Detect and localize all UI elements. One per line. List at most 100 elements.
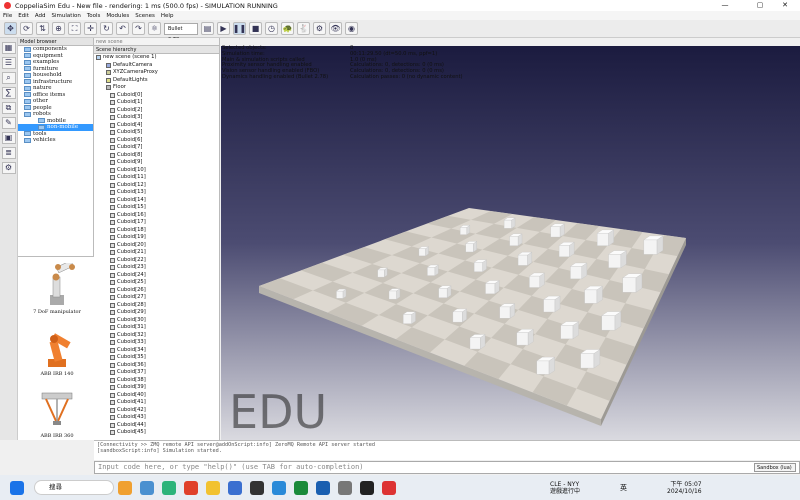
cuboid-item[interactable]: Cuboid[44] bbox=[94, 422, 219, 430]
cuboid-item[interactable]: Cuboid[40] bbox=[94, 392, 219, 400]
cuboid[interactable] bbox=[584, 285, 603, 304]
cuboid[interactable] bbox=[536, 356, 556, 375]
scene-root-item[interactable]: new scene (scene 1) bbox=[94, 54, 219, 62]
cuboid-item[interactable]: Cuboid[10] bbox=[94, 167, 219, 175]
scripts-icon[interactable]: ✎ bbox=[1, 117, 16, 129]
cuboid[interactable] bbox=[473, 259, 488, 272]
cuboid-item[interactable]: Cuboid[11] bbox=[94, 174, 219, 182]
menu-simulation[interactable]: Simulation bbox=[49, 13, 84, 19]
cuboid-item[interactable]: Cuboid[12] bbox=[94, 182, 219, 190]
cuboid[interactable] bbox=[452, 308, 468, 323]
cuboid-item[interactable]: Cuboid[41] bbox=[94, 399, 219, 407]
cuboid[interactable] bbox=[499, 303, 516, 319]
copilot-icon[interactable] bbox=[118, 480, 132, 495]
cuboid-item[interactable]: Cuboid[18] bbox=[94, 227, 219, 235]
camera-shift-icon[interactable]: ⇅ bbox=[36, 22, 49, 35]
cuboid-item[interactable]: Cuboid[9] bbox=[94, 159, 219, 167]
settings-icon[interactable]: ⚙ bbox=[1, 162, 16, 174]
settings-app-icon[interactable] bbox=[338, 480, 352, 495]
code-input[interactable]: Input code here, or type "help()" (use T… bbox=[94, 461, 800, 474]
cuboid[interactable] bbox=[516, 328, 534, 346]
cuboid[interactable] bbox=[580, 349, 601, 369]
chrome-icon[interactable] bbox=[184, 480, 198, 495]
cuboid-item[interactable]: Cuboid[6] bbox=[94, 137, 219, 145]
undo-icon[interactable]: ↶ bbox=[116, 22, 129, 35]
calculation-modules-icon[interactable]: ∑ bbox=[1, 87, 16, 99]
object-shift-icon[interactable]: ✛ bbox=[84, 22, 97, 35]
scene-tab[interactable]: new scene bbox=[94, 38, 219, 46]
search-icon[interactable]: ⌕ bbox=[1, 72, 16, 84]
pause-simulation-icon[interactable]: ❚❚ bbox=[233, 22, 246, 35]
model-thumb-abb-irb140[interactable]: ABB IRB 140 bbox=[32, 325, 82, 377]
start-simulation-icon[interactable]: ▶ bbox=[217, 22, 230, 35]
cuboid-item[interactable]: Cuboid[25] bbox=[94, 279, 219, 287]
cuboid[interactable] bbox=[560, 321, 580, 340]
3d-viewport[interactable]: EDU bbox=[221, 46, 800, 440]
menu-edit[interactable]: Edit bbox=[15, 13, 32, 19]
hierarchy-item[interactable]: DefaultCamera bbox=[94, 62, 219, 70]
cuboid[interactable] bbox=[484, 280, 500, 295]
camera-rotate-icon[interactable]: ⟳ bbox=[20, 22, 33, 35]
cuboid-item[interactable]: Cuboid[3] bbox=[94, 114, 219, 122]
real-time-icon[interactable]: ◷ bbox=[265, 22, 278, 35]
speed-up-icon[interactable]: 🐇 bbox=[297, 22, 310, 35]
toggle-rendering-icon[interactable]: 👁 bbox=[329, 22, 342, 35]
cuboid-item[interactable]: Cuboid[34] bbox=[94, 347, 219, 355]
cuboid[interactable] bbox=[438, 285, 452, 298]
camera-pan-icon[interactable]: ✥ bbox=[4, 22, 17, 35]
cuboid[interactable] bbox=[596, 229, 615, 246]
slow-down-icon[interactable]: 🐢 bbox=[281, 22, 294, 35]
cuboid[interactable] bbox=[558, 241, 575, 258]
cuboid-item[interactable]: Cuboid[24] bbox=[94, 272, 219, 280]
model-thumb-7dof[interactable]: 7 DoF manipulator bbox=[32, 260, 82, 315]
vscode-icon[interactable] bbox=[272, 480, 286, 495]
cuboid[interactable] bbox=[459, 225, 471, 235]
ime-indicator[interactable]: 英 bbox=[620, 483, 627, 493]
task-view-icon[interactable] bbox=[140, 480, 154, 495]
menu-file[interactable]: File bbox=[0, 13, 15, 19]
cuboid-item[interactable]: Cuboid[19] bbox=[94, 234, 219, 242]
cuboid-item[interactable]: Cuboid[28] bbox=[94, 302, 219, 310]
cuboid[interactable] bbox=[517, 251, 533, 266]
cuboid-item[interactable]: Cuboid[29] bbox=[94, 309, 219, 317]
menu-add[interactable]: Add bbox=[32, 13, 49, 19]
object-rotate-icon[interactable]: ↻ bbox=[100, 22, 113, 35]
cuboid-item[interactable]: Cuboid[32] bbox=[94, 332, 219, 340]
cuboid[interactable] bbox=[388, 288, 401, 300]
hierarchy-item[interactable]: XYZCameraProxy bbox=[94, 69, 219, 77]
cuboid-item[interactable]: Cuboid[35] bbox=[94, 354, 219, 362]
cuboid-item[interactable]: Cuboid[8] bbox=[94, 152, 219, 160]
cuboid-item[interactable]: Cuboid[31] bbox=[94, 324, 219, 332]
cuboid[interactable] bbox=[503, 217, 516, 229]
cuboid[interactable] bbox=[543, 295, 561, 313]
cuboid-item[interactable]: Cuboid[15] bbox=[94, 204, 219, 212]
cuboid-item[interactable]: Cuboid[2] bbox=[94, 107, 219, 115]
cuboid-item[interactable]: Cuboid[45] bbox=[94, 429, 219, 437]
cuboid[interactable] bbox=[469, 334, 486, 350]
cuboid-item[interactable]: Cuboid[33] bbox=[94, 339, 219, 347]
clock[interactable]: 下午 05:07 2024/10/16 bbox=[667, 481, 702, 495]
cuboid-item[interactable]: Cuboid[37] bbox=[94, 369, 219, 377]
thread-rendering-icon[interactable]: ⚙ bbox=[313, 22, 326, 35]
menu-modules[interactable]: Modules bbox=[103, 13, 132, 19]
cuboid[interactable] bbox=[418, 246, 430, 257]
cuboid-item[interactable]: Cuboid[16] bbox=[94, 212, 219, 220]
cuboid-item[interactable]: Cuboid[17] bbox=[94, 219, 219, 227]
fit-view-icon[interactable]: ⛶ bbox=[68, 22, 81, 35]
cuboid[interactable] bbox=[377, 267, 388, 278]
model-thumb-abb-irb360[interactable]: ABB IRB 360 bbox=[32, 387, 82, 439]
physics-engine-select[interactable]: Bullet 2.78 bbox=[164, 22, 198, 43]
minimize-button[interactable]: — bbox=[710, 0, 740, 11]
cuboid[interactable] bbox=[465, 241, 478, 253]
redo-icon[interactable]: ↷ bbox=[132, 22, 145, 35]
file-explorer-icon[interactable] bbox=[206, 480, 220, 495]
store-icon[interactable] bbox=[228, 480, 242, 495]
cuboid-item[interactable]: Cuboid[23] bbox=[94, 264, 219, 272]
menu-help[interactable]: Help bbox=[158, 13, 177, 19]
cuboid-item[interactable]: Cuboid[36] bbox=[94, 362, 219, 370]
cuboid-item[interactable]: Cuboid[39] bbox=[94, 384, 219, 392]
collections-icon[interactable]: ⧉ bbox=[1, 102, 16, 114]
cuboid[interactable] bbox=[608, 250, 627, 269]
sim-settings-icon[interactable]: ▤ bbox=[201, 22, 214, 35]
shapes-icon[interactable]: ▣ bbox=[1, 132, 16, 144]
